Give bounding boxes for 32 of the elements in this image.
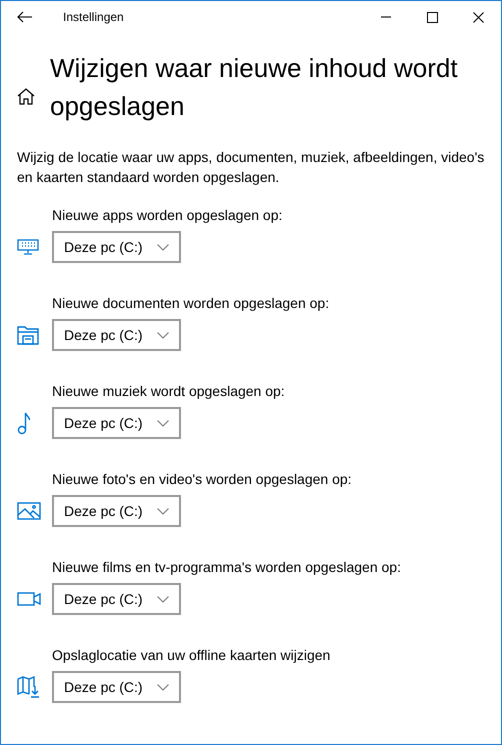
monitor-icon xyxy=(17,239,39,255)
chevron-down-icon xyxy=(156,684,169,690)
close-icon xyxy=(472,12,484,22)
setting-label: Nieuwe documenten worden opgeslagen op: xyxy=(52,294,330,313)
chevron-down-icon xyxy=(156,332,169,338)
drive-dropdown[interactable]: Deze pc (C:) xyxy=(52,583,181,615)
setting-label: Nieuwe films en tv-programma's worden opgeslagen op: xyxy=(52,558,402,577)
chevron-down-icon xyxy=(156,420,169,426)
drive-dropdown[interactable]: Deze pc (C:) xyxy=(52,671,181,703)
drive-dropdown[interactable]: Deze pc (C:) xyxy=(52,319,181,351)
drive-dropdown[interactable]: Deze pc (C:) xyxy=(52,495,181,527)
minimize-icon xyxy=(381,16,391,18)
setting-label: Nieuwe muziek wordt opgeslagen op: xyxy=(52,382,286,401)
chevron-down-icon xyxy=(156,244,169,250)
back-arrow-icon xyxy=(17,11,33,23)
home-icon[interactable] xyxy=(17,88,35,105)
music-note-icon xyxy=(17,411,31,435)
maximize-icon xyxy=(426,12,438,22)
folder-icon xyxy=(17,325,39,345)
drive-dropdown[interactable]: Deze pc (C:) xyxy=(52,231,181,263)
chevron-down-icon xyxy=(156,596,169,602)
setting-label: Nieuwe foto's en video's worden opgeslagen op: xyxy=(52,470,353,489)
description: Wijzig de locatie waar uw apps, documenten, muziek, afbeeldingen, video's en kaarten standaard worden opgeslagen. xyxy=(17,148,485,187)
picture-icon xyxy=(17,502,41,520)
map-download-icon xyxy=(17,676,41,698)
page-heading: Wijzigen waar nieuwe inhoud wordt opgeslagen xyxy=(50,52,459,123)
setting-label: Nieuwe apps worden opgeslagen op: xyxy=(52,206,284,225)
chevron-down-icon xyxy=(156,508,169,514)
setting-label: Opslaglocatie van uw offline kaarten wijzigen xyxy=(52,646,332,665)
video-camera-icon xyxy=(17,592,41,606)
window-title: Instellingen xyxy=(63,10,125,24)
drive-dropdown[interactable]: Deze pc (C:) xyxy=(52,407,181,439)
